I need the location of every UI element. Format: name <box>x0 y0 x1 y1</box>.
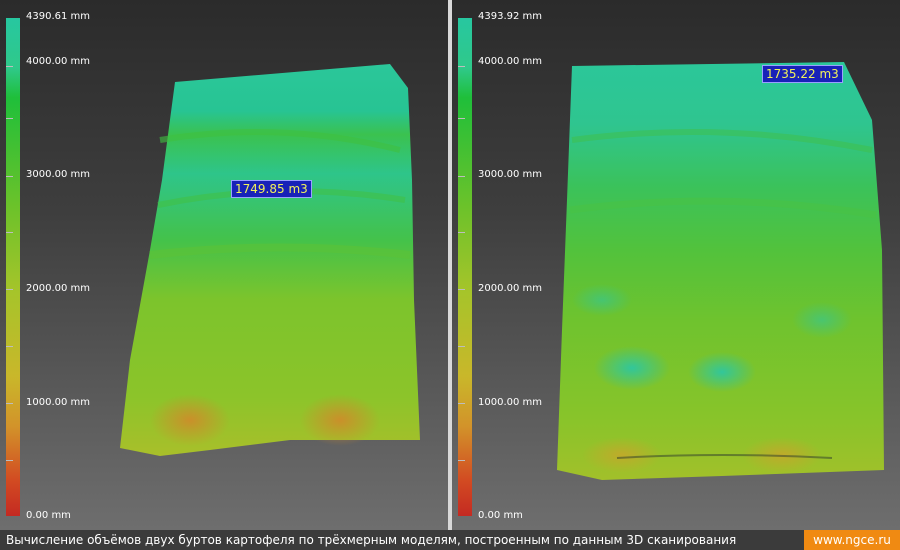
footer-caption: Вычисление объёмов двух буртов картофеля… <box>6 533 737 547</box>
right-3d-view[interactable]: 4393.92 mm 4000.00 mm 3000.00 mm 2000.00… <box>452 0 900 530</box>
left-3d-view[interactable]: 4390.61 mm 4000.00 mm 3000.00 mm 2000.00… <box>0 0 448 530</box>
viewer-stage: 4390.61 mm 4000.00 mm 3000.00 mm 2000.00… <box>0 0 900 530</box>
left-point-cloud-model[interactable] <box>0 0 448 530</box>
right-pile-surface <box>557 62 884 480</box>
right-volume-label: 1735.22 m3 <box>762 65 843 83</box>
footer-bar: Вычисление объёмов двух буртов картофеля… <box>0 530 900 550</box>
site-link[interactable]: www.ngce.ru <box>804 530 900 550</box>
left-pile-surface <box>120 64 420 456</box>
left-volume-label: 1749.85 m3 <box>231 180 312 198</box>
